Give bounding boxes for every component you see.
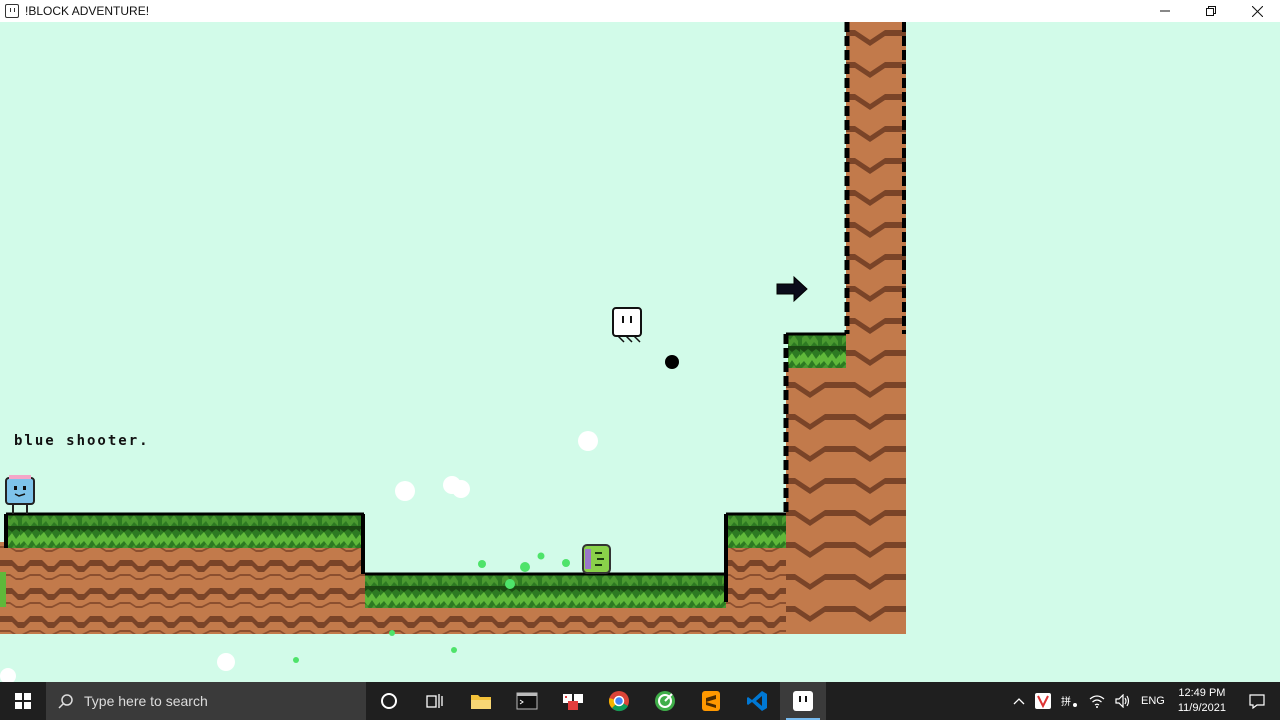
taskbar: 拼 ENG 12:49 PM 11/9/2021 — [0, 682, 1280, 720]
sublime-text-button[interactable] — [688, 682, 734, 720]
file-explorer-icon — [471, 695, 491, 709]
chrome-icon — [609, 691, 629, 712]
restore-button[interactable] — [1188, 0, 1234, 22]
paint-app-button[interactable] — [550, 682, 596, 720]
player-block — [612, 307, 642, 343]
volume-button[interactable] — [1110, 682, 1136, 720]
language-indicator[interactable]: ENG — [1136, 682, 1170, 720]
left-platform — [0, 512, 365, 634]
vscode-icon — [747, 691, 767, 711]
chrome-button[interactable] — [596, 682, 642, 720]
black-bullet — [665, 355, 679, 369]
minimize-button[interactable] — [1142, 0, 1188, 22]
speaker-icon — [1115, 694, 1130, 708]
task-view-button[interactable] — [412, 682, 458, 720]
close-icon — [1251, 5, 1263, 17]
chevron-up-icon — [1013, 698, 1025, 705]
terminal-button[interactable] — [504, 682, 550, 720]
input-method-icon: 拼 — [1061, 695, 1078, 708]
start-button[interactable] — [0, 682, 46, 720]
window-title: !BLOCK ADVENTURE! — [25, 4, 150, 18]
minimize-icon — [1160, 10, 1170, 12]
green-app-icon — [655, 691, 675, 711]
system-tray: 拼 ENG 12:49 PM 11/9/2021 — [1008, 682, 1280, 720]
clock-time: 12:49 PM — [1178, 687, 1226, 699]
restore-icon — [1206, 6, 1216, 16]
show-hidden-icons-button[interactable] — [1008, 682, 1030, 720]
game-canvas[interactable]: blue shooter. — [0, 22, 1280, 682]
tray-app-button[interactable] — [1030, 682, 1056, 720]
search-input[interactable] — [82, 692, 346, 710]
tall-column — [783, 22, 906, 634]
network-button[interactable] — [1084, 682, 1110, 720]
task-view-icon — [426, 694, 443, 708]
sublime-text-icon — [702, 691, 720, 711]
cortana-icon — [381, 693, 397, 709]
cortana-button[interactable] — [366, 682, 412, 720]
clock-date: 11/9/2021 — [1177, 702, 1226, 714]
input-method-button[interactable]: 拼 — [1056, 682, 1084, 720]
clock[interactable]: 12:49 PM 11/9/2021 — [1170, 682, 1234, 720]
notification-icon — [1249, 694, 1265, 709]
hint-text: blue shooter. — [14, 433, 150, 449]
block-adventure-icon — [793, 691, 813, 711]
wifi-icon — [1089, 695, 1105, 708]
game-scene — [0, 22, 906, 682]
vivaldi-icon — [1035, 693, 1052, 709]
title-bar: !BLOCK ADVENTURE! — [0, 0, 1280, 22]
green-app-button[interactable] — [642, 682, 688, 720]
terminal-icon — [516, 692, 538, 710]
close-button[interactable] — [1234, 0, 1280, 22]
right-arrow-sign — [776, 275, 808, 303]
vscode-button[interactable] — [734, 682, 780, 720]
paint-app-icon — [563, 694, 583, 710]
windows-logo-icon — [15, 693, 31, 709]
window-controls — [1142, 0, 1280, 22]
green-enemy — [582, 544, 611, 574]
block-adventure-taskbar-button[interactable] — [780, 682, 826, 720]
app-icon — [5, 4, 19, 18]
file-explorer-button[interactable] — [458, 682, 504, 720]
search-icon — [58, 694, 73, 709]
right-step-platform — [724, 512, 786, 634]
notifications-button[interactable] — [1234, 682, 1280, 720]
blue-shooter-enemy — [5, 475, 35, 514]
middle-platform — [365, 572, 730, 634]
taskbar-search-box[interactable] — [46, 682, 366, 720]
svg-text:拼: 拼 — [1061, 695, 1071, 708]
